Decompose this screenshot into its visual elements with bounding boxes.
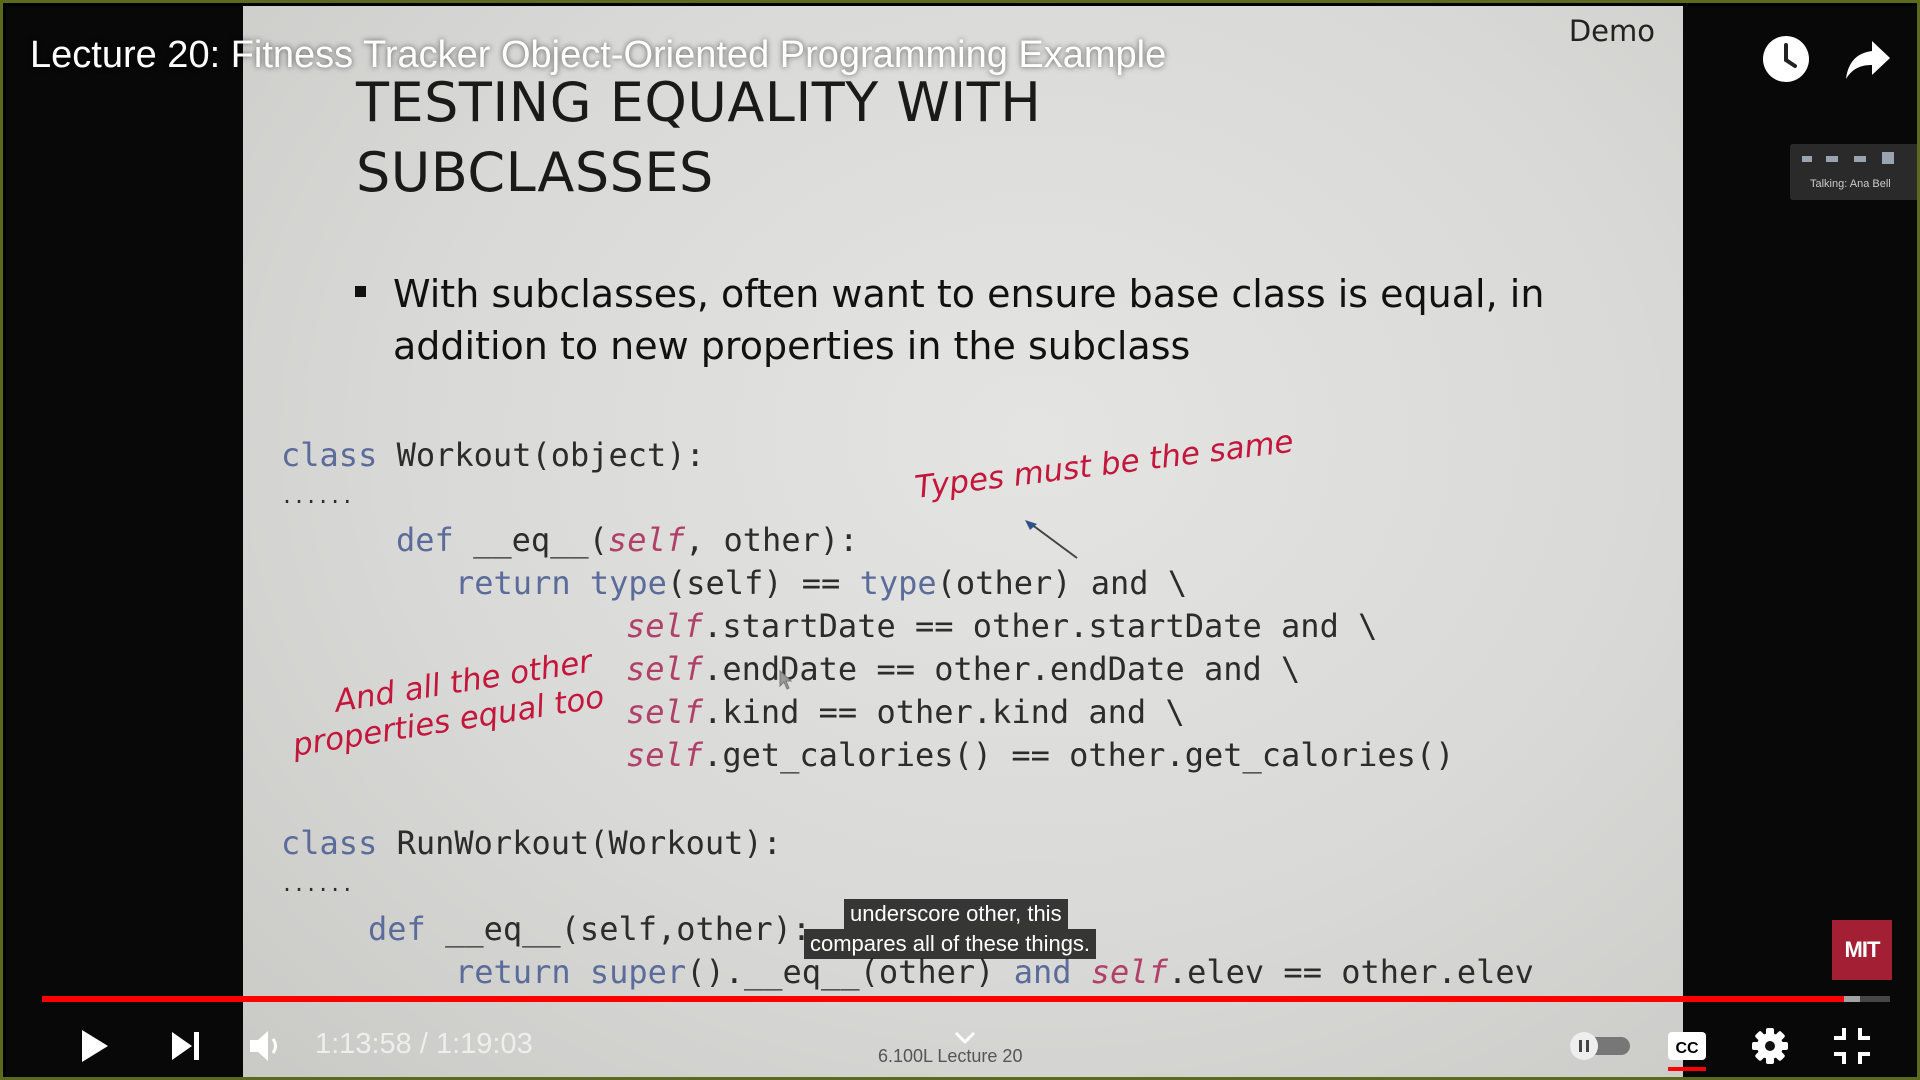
share-icon[interactable]	[1842, 33, 1894, 85]
code-keyword: return	[455, 953, 571, 991]
slide-bullet: With subclasses, often want to ensure ba…	[355, 268, 1615, 372]
slide-title-line1: TESTING EQUALITY WITH	[356, 71, 1042, 134]
volume-icon[interactable]	[246, 1026, 286, 1066]
caption-line-1: underscore other, this	[844, 899, 1068, 929]
code-text: __eq__(self,other):	[425, 910, 812, 948]
code-text: .kind == other.kind and \	[703, 693, 1185, 731]
code-text: Workout(object):	[377, 436, 705, 474]
code-text: (other) and \	[936, 564, 1188, 602]
zoom-talking-label: Talking: Ana Bell	[1810, 178, 1891, 190]
time-total: 1:19:03	[435, 1028, 533, 1060]
code-text: .startDate == other.startDate and \	[703, 607, 1378, 645]
code-keyword: def	[396, 521, 454, 559]
code-line-startdate: self.startDate == other.startDate and \	[626, 605, 1377, 648]
time-current: 1:13:58	[315, 1028, 412, 1060]
zoom-bar	[1882, 152, 1894, 164]
progress-played	[42, 996, 1844, 1002]
code-line-class-runworkout: class RunWorkout(Workout):	[281, 822, 782, 865]
bullet-line1: With subclasses, often want to ensure ba…	[393, 272, 1545, 316]
code-line-enddate: self.endDate == other.endDate and \	[626, 648, 1300, 691]
code-text: , other):	[684, 521, 859, 559]
code-line-ellipsis-2: ......	[281, 872, 354, 896]
svg-text:CC: CC	[1675, 1040, 1699, 1057]
bullet-square-icon	[355, 286, 366, 297]
code-line-kind: self.kind == other.kind and \	[626, 691, 1185, 734]
code-self: self	[1090, 953, 1168, 991]
annotation-arrow-icon	[1025, 520, 1078, 559]
code-keyword: class	[281, 824, 378, 862]
code-text: __eq__(	[453, 521, 608, 559]
autoplay-toggle[interactable]	[1568, 1030, 1632, 1062]
bullet-line2: addition to new properties in the subcla…	[393, 324, 1191, 368]
code-line-ellipsis-1: ......	[281, 484, 354, 508]
code-text: (self) ==	[666, 564, 860, 602]
code-text: .get_calories() == other.get_calories()	[703, 736, 1455, 774]
code-line-calories: self.get_calories() == other.get_calorie…	[626, 734, 1454, 777]
caption-line-2: compares all of these things.	[804, 929, 1097, 959]
code-keyword: type	[859, 564, 937, 602]
exit-fullscreen-icon[interactable]	[1832, 1026, 1872, 1066]
code-keyword: class	[281, 436, 378, 474]
code-self: self	[626, 736, 704, 774]
time-separator: /	[411, 1028, 436, 1060]
progress-bar[interactable]	[42, 996, 1890, 1002]
zoom-bar	[1802, 156, 1812, 162]
code-keyword: return	[455, 564, 571, 602]
clock-icon[interactable]	[1760, 33, 1812, 85]
chevron-down-icon[interactable]	[953, 1030, 977, 1046]
slide-title-line2: SUBCLASSES	[356, 141, 714, 204]
settings-gear-icon[interactable]	[1750, 1026, 1790, 1066]
code-keyword: type	[589, 564, 667, 602]
code-self: self	[626, 607, 704, 645]
zoom-controls-overlay: Talking: Ana Bell	[1790, 144, 1917, 200]
code-line-def-eq: def __eq__(self, other):	[396, 519, 858, 562]
annotation-types-same: Types must be the same	[912, 423, 1296, 506]
video-title[interactable]: Lecture 20: Fitness Tracker Object-Orien…	[30, 34, 1166, 77]
mit-logo[interactable]: MIT	[1832, 920, 1892, 980]
code-line-return-type: return type(self) == type(other) and \	[455, 562, 1187, 605]
code-text: RunWorkout(Workout):	[377, 824, 782, 862]
cc-icon[interactable]: CC	[1666, 1028, 1708, 1072]
slide-demo-label: Demo	[1568, 14, 1655, 48]
code-self: self	[626, 650, 704, 688]
video-surface[interactable]: Demo TESTING EQUALITY WITH SUBCLASSES Wi…	[6, 6, 1917, 1077]
play-icon[interactable]	[74, 1026, 114, 1066]
next-icon[interactable]	[168, 1028, 204, 1064]
video-player[interactable]: Demo TESTING EQUALITY WITH SUBCLASSES Wi…	[0, 0, 1920, 1080]
zoom-bar	[1826, 156, 1838, 162]
code-self: self	[626, 693, 704, 731]
mouse-pointer-icon	[779, 670, 793, 690]
slide-title: TESTING EQUALITY WITH SUBCLASSES	[356, 68, 1041, 208]
code-keyword: super	[589, 953, 687, 991]
zoom-bar	[1854, 156, 1866, 162]
chapter-hint: 6.100L Lecture 20	[878, 1046, 1023, 1066]
code-keyword: def	[368, 910, 426, 948]
code-text: .elev == other.elev	[1167, 953, 1534, 991]
code-line-def-eq-run: def __eq__(self,other):	[368, 908, 811, 951]
code-self: self	[607, 521, 685, 559]
time-display: 1:13:58 / 1:19:03	[315, 1028, 533, 1061]
code-line-class-workout: class Workout(object):	[281, 434, 705, 477]
